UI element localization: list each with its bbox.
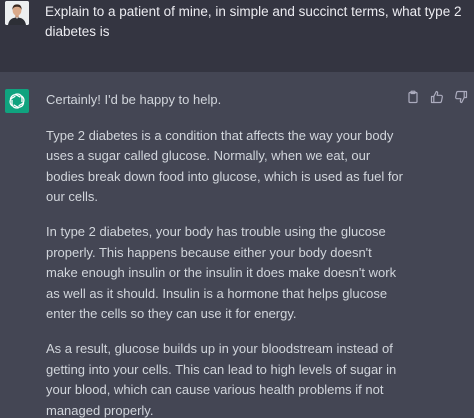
answer-paragraph: As a result, glucose builds up in your b… xyxy=(46,340,397,418)
message-actions xyxy=(404,90,470,108)
answer-paragraph: In type 2 diabetes, your body has troubl… xyxy=(46,223,397,322)
clipboard-icon xyxy=(406,90,420,109)
dislike-button[interactable] xyxy=(452,90,470,108)
thumbs-up-icon xyxy=(430,90,444,109)
assistant-message-text: Certainly! I'd be happy to help. Type 2 … xyxy=(46,90,406,418)
like-button[interactable] xyxy=(428,90,446,108)
thumbs-down-icon xyxy=(454,90,468,109)
openai-logo-icon xyxy=(5,89,29,113)
answer-paragraph: Type 2 diabetes is a condition that affe… xyxy=(46,127,403,205)
copy-button[interactable] xyxy=(404,90,422,108)
user-avatar xyxy=(5,1,29,25)
user-message-text: Explain to a patient of mine, in simple … xyxy=(45,4,462,39)
assistant-greeting: Certainly! I'd be happy to help. xyxy=(46,92,222,107)
user-message-row: Explain to a patient of mine, in simple … xyxy=(0,0,474,72)
